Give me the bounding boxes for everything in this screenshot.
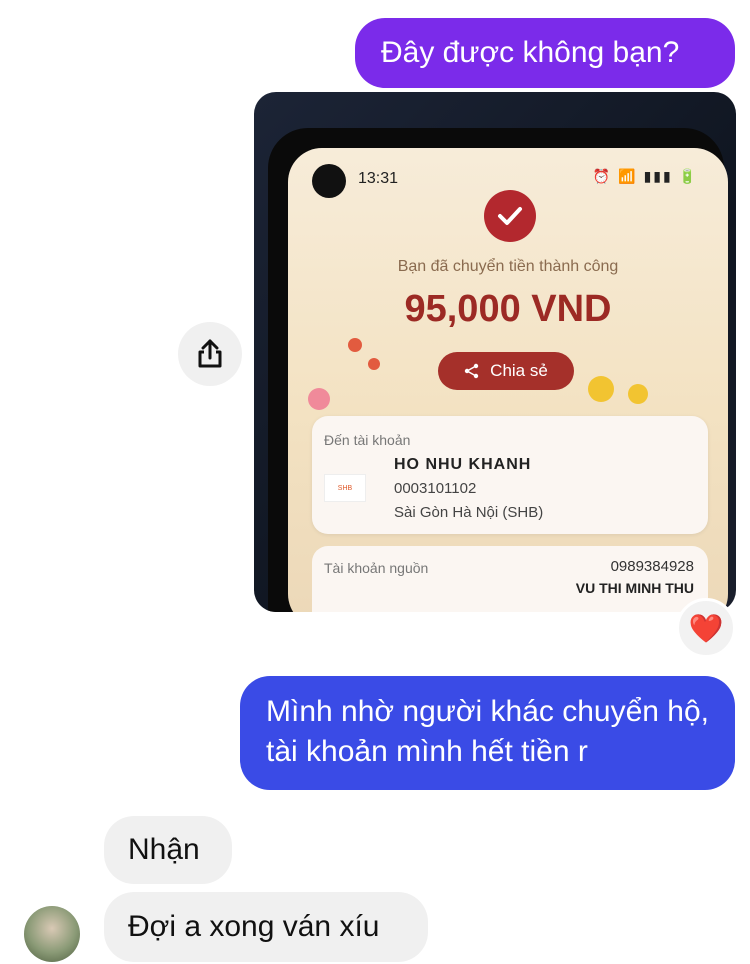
- share-icon: [198, 339, 222, 368]
- blossom-decoration: [368, 358, 380, 370]
- shared-photo[interactable]: 13:31 ⏰ 📶 ▮▮▮ 🔋 Bạn đã chuyển tiền thành…: [254, 92, 736, 612]
- outgoing-message-1[interactable]: Đây được không bạn?: [355, 18, 735, 88]
- message-text: Mình nhờ người khác chuyển hộ, tài khoản…: [266, 695, 710, 768]
- bank-name: Sài Gòn Hà Nội (SHB): [394, 504, 544, 521]
- recipient-name: HO NHU KHANH: [394, 456, 532, 473]
- source-name: VU THI MINH THU: [575, 580, 694, 596]
- source-label: Tài khoản nguồn: [324, 560, 429, 576]
- incoming-message-1[interactable]: Nhận: [104, 816, 232, 884]
- phone-screen: 13:31 ⏰ 📶 ▮▮▮ 🔋 Bạn đã chuyển tiền thành…: [288, 148, 728, 612]
- source-card: Tài khoản nguồn 0989384928 VU THI MINH T…: [312, 546, 708, 612]
- source-phone: 0989384928: [610, 558, 694, 575]
- reaction-heart-icon[interactable]: ❤️: [676, 598, 736, 658]
- status-time: 13:31: [358, 170, 399, 187]
- status-icons: ⏰ 📶 ▮▮▮ 🔋: [592, 168, 698, 184]
- blossom-decoration: [348, 338, 362, 352]
- recipient-card: Đến tài khoản SHB HO NHU KHANH 000310110…: [312, 416, 708, 534]
- chia-se-button: Chia sẻ: [438, 352, 574, 390]
- incoming-message-2[interactable]: Đợi a xong ván xíu: [104, 892, 428, 962]
- share-button[interactable]: [178, 322, 242, 386]
- share-nodes-icon: [464, 363, 479, 379]
- outgoing-message-2[interactable]: Mình nhờ người khác chuyển hộ, tài khoản…: [240, 676, 735, 790]
- message-text: Đây được không bạn?: [381, 36, 680, 69]
- message-text: Đợi a xong ván xíu: [128, 910, 380, 943]
- blossom-decoration: [628, 384, 648, 404]
- heart-icon: ❤️: [688, 612, 724, 644]
- check-icon: [484, 190, 536, 242]
- phone-frame: 13:31 ⏰ 📶 ▮▮▮ 🔋 Bạn đã chuyển tiền thành…: [268, 128, 728, 612]
- message-text: Nhận: [128, 833, 200, 866]
- blossom-decoration: [308, 388, 330, 410]
- account-number: 0003101102: [394, 480, 477, 497]
- camera-hole: [312, 164, 346, 198]
- avatar[interactable]: [24, 906, 80, 962]
- blossom-decoration: [588, 376, 614, 402]
- bank-logo: SHB: [324, 474, 366, 502]
- success-text: Bạn đã chuyển tiền thành công: [397, 258, 619, 275]
- chia-se-label: Chia sẻ: [490, 361, 548, 380]
- to-account-label: Đến tài khoản: [324, 432, 411, 448]
- amount: 95,000 VND: [404, 288, 612, 330]
